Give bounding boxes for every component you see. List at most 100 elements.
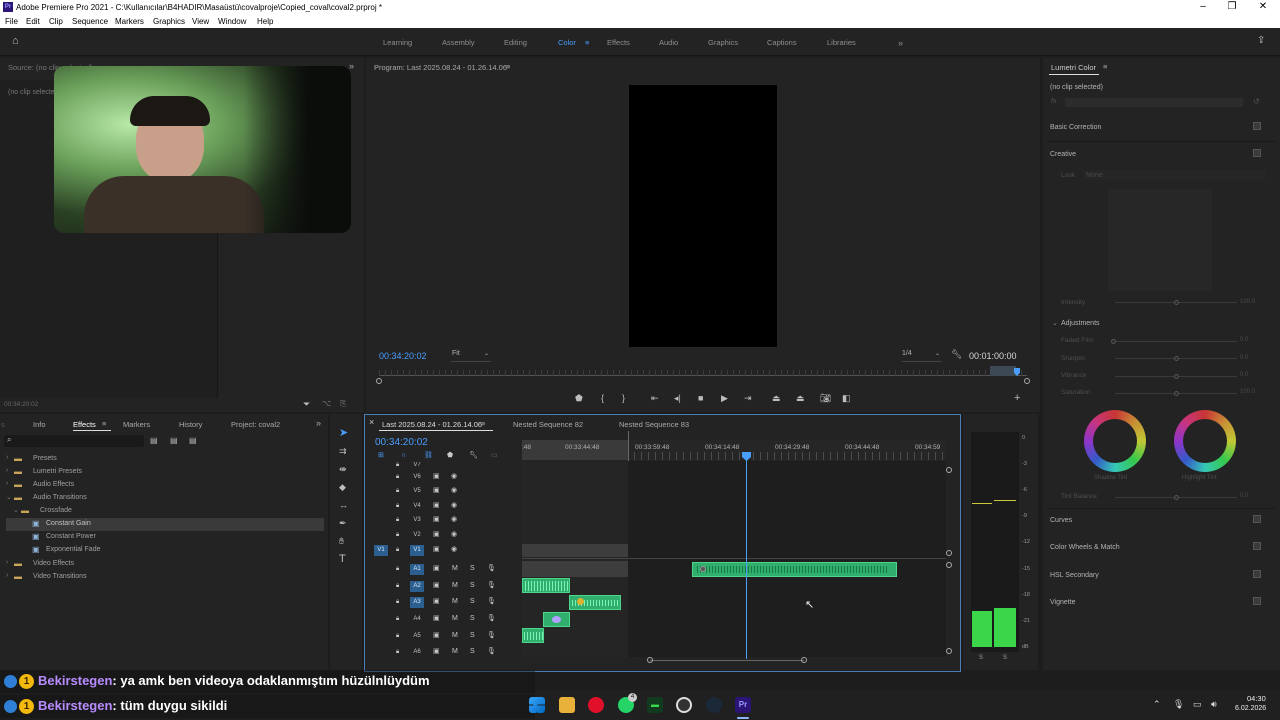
track-name[interactable]: V3: [410, 515, 424, 526]
wrench-icon[interactable]: ⌥: [322, 399, 331, 409]
sync-lock-icon[interactable]: ▣: [433, 647, 440, 657]
tree-item[interactable]: › ▬ Video Transitions: [6, 571, 324, 584]
track-name[interactable]: A3: [410, 597, 424, 608]
tint-balance-knob[interactable]: [1174, 495, 1179, 500]
lock-icon[interactable]: 🔒︎: [396, 545, 399, 555]
tree-item[interactable]: ▣ Constant Power: [6, 531, 324, 544]
selection-tool-icon[interactable]: ➤: [339, 428, 348, 439]
terminal-icon[interactable]: ▬: [647, 697, 663, 713]
close-icon[interactable]: ✕: [1256, 1, 1270, 12]
lock-icon[interactable]: 🔒︎: [396, 564, 399, 574]
sync-lock-icon[interactable]: ▣: [433, 472, 440, 482]
slider-value[interactable]: 0.0: [1240, 355, 1248, 361]
more-workspaces-icon[interactable]: »: [898, 38, 903, 48]
meter-solo-right[interactable]: S: [1003, 655, 1007, 661]
stop-icon[interactable]: ■: [698, 393, 703, 403]
audio-clip-a1[interactable]: [692, 562, 897, 577]
snap-icon[interactable]: ∩: [401, 451, 406, 461]
intensity-value[interactable]: 100.0: [1240, 299, 1255, 305]
workspace-effects[interactable]: Effects: [607, 38, 630, 47]
lock-icon[interactable]: 🔒︎: [396, 515, 399, 525]
solo-button[interactable]: S: [470, 581, 475, 591]
zoom-select[interactable]: Fit ⌄: [451, 350, 491, 362]
yuv-effects-icon[interactable]: ▤: [189, 436, 197, 446]
section-hsl-secondary[interactable]: HSL Secondary: [1050, 572, 1099, 579]
mic-icon[interactable]: 🎙︎: [487, 581, 496, 591]
mute-button[interactable]: M: [452, 647, 458, 657]
timeline-timecode[interactable]: 00:34:20:02: [375, 437, 428, 448]
close-sequence-icon[interactable]: ×: [369, 417, 374, 427]
tab-overflow[interactable]: s: [1, 420, 5, 429]
eye-icon[interactable]: ◉: [451, 486, 457, 496]
shadow-tint-wheel[interactable]: [1084, 410, 1146, 472]
reset-icon[interactable]: ↺: [1253, 97, 1260, 107]
captions-icon[interactable]: ▭: [491, 451, 498, 461]
eye-icon[interactable]: ◉: [451, 545, 457, 555]
lumetri-effect-select[interactable]: [1065, 98, 1243, 107]
share-icon[interactable]: ⇪: [1257, 36, 1265, 46]
slider-value[interactable]: 0.0: [1240, 372, 1248, 378]
section-vignette[interactable]: Vignette: [1050, 599, 1076, 606]
settings-wrench-icon[interactable]: 🔧︎: [951, 349, 962, 359]
solo-button[interactable]: S: [470, 647, 475, 657]
microphone-tray-icon[interactable]: 🎙︎: [1173, 699, 1184, 709]
resolution-select[interactable]: 1/4 ⌄: [902, 350, 942, 362]
tab-markers[interactable]: Markers: [123, 420, 150, 429]
menu-view[interactable]: View: [192, 17, 209, 26]
workspace-editing[interactable]: Editing: [504, 38, 527, 47]
menu-markers[interactable]: Markers: [115, 17, 144, 26]
menu-window[interactable]: Window: [218, 17, 246, 26]
tree-item[interactable]: ▣ Constant Gain: [6, 518, 324, 531]
menu-help[interactable]: Help: [257, 17, 273, 26]
tab-history[interactable]: History: [179, 420, 202, 429]
adjustments-chevron-icon[interactable]: ⌄: [1052, 319, 1058, 327]
lock-icon[interactable]: 🔒︎: [396, 614, 399, 624]
premiere-taskbar-icon[interactable]: Pr: [735, 697, 751, 713]
solo-button[interactable]: S: [470, 564, 475, 574]
track-name[interactable]: V1: [410, 545, 424, 556]
pen-tool-icon[interactable]: ✒: [339, 518, 347, 528]
v1-clip-gray[interactable]: [522, 544, 628, 557]
hsl-secondary-checkbox[interactable]: [1253, 570, 1261, 578]
menu-sequence[interactable]: Sequence: [72, 17, 108, 26]
hand-tool-icon[interactable]: ✋︎: [339, 536, 344, 546]
section-creative[interactable]: Creative: [1050, 151, 1076, 158]
32bit-effects-icon[interactable]: ▤: [170, 436, 178, 446]
lock-icon[interactable]: 🔒︎: [396, 647, 399, 657]
faded-film-knob[interactable]: [1111, 339, 1116, 344]
sync-lock-icon[interactable]: ▣: [433, 545, 440, 555]
mute-button[interactable]: M: [452, 564, 458, 574]
tree-item[interactable]: › ▬ Audio Effects: [6, 479, 324, 492]
vscroll-video-bottom[interactable]: [946, 550, 952, 556]
tab-project[interactable]: Project: coval2: [231, 420, 280, 429]
creative-checkbox[interactable]: [1253, 149, 1261, 157]
menu-clip[interactable]: Clip: [49, 17, 63, 26]
mute-button[interactable]: M: [452, 631, 458, 641]
lock-icon[interactable]: 🔒︎: [396, 472, 399, 482]
mark-in-icon[interactable]: {: [601, 393, 604, 403]
slider-value[interactable]: 0.0: [1240, 337, 1248, 343]
a1-clip-gray[interactable]: [522, 561, 628, 577]
mark-out-icon[interactable]: }: [622, 393, 625, 403]
effects-menu-icon[interactable]: ≡: [102, 419, 106, 428]
mic-icon[interactable]: 🎙︎: [487, 614, 496, 624]
workspace-learning[interactable]: Learning: [383, 38, 412, 47]
slider-value[interactable]: 100.0: [1240, 389, 1255, 395]
audio-clip-a4[interactable]: [543, 612, 570, 627]
nest-toggle-icon[interactable]: ⊞: [378, 451, 384, 461]
slip-tool-icon[interactable]: ↔: [339, 500, 348, 510]
workspace-color[interactable]: Color: [558, 38, 576, 47]
track-name[interactable]: A2: [410, 581, 424, 592]
sync-lock-icon[interactable]: ▣: [433, 501, 440, 511]
obs-icon[interactable]: [676, 697, 692, 713]
opera-icon[interactable]: [588, 697, 604, 713]
track-name[interactable]: V7: [410, 462, 424, 470]
go-to-in-icon[interactable]: ⇤: [651, 393, 659, 403]
ripple-edit-tool-icon[interactable]: ⇼: [339, 464, 347, 474]
lumetri-menu-icon[interactable]: ≡: [1103, 62, 1107, 71]
sync-lock-icon[interactable]: ▣: [433, 581, 440, 591]
sync-lock-icon[interactable]: ▣: [433, 486, 440, 496]
tab-info[interactable]: Info: [33, 420, 46, 429]
section-color-wheels[interactable]: Color Wheels & Match: [1050, 544, 1120, 551]
eye-icon[interactable]: ◉: [451, 515, 457, 525]
